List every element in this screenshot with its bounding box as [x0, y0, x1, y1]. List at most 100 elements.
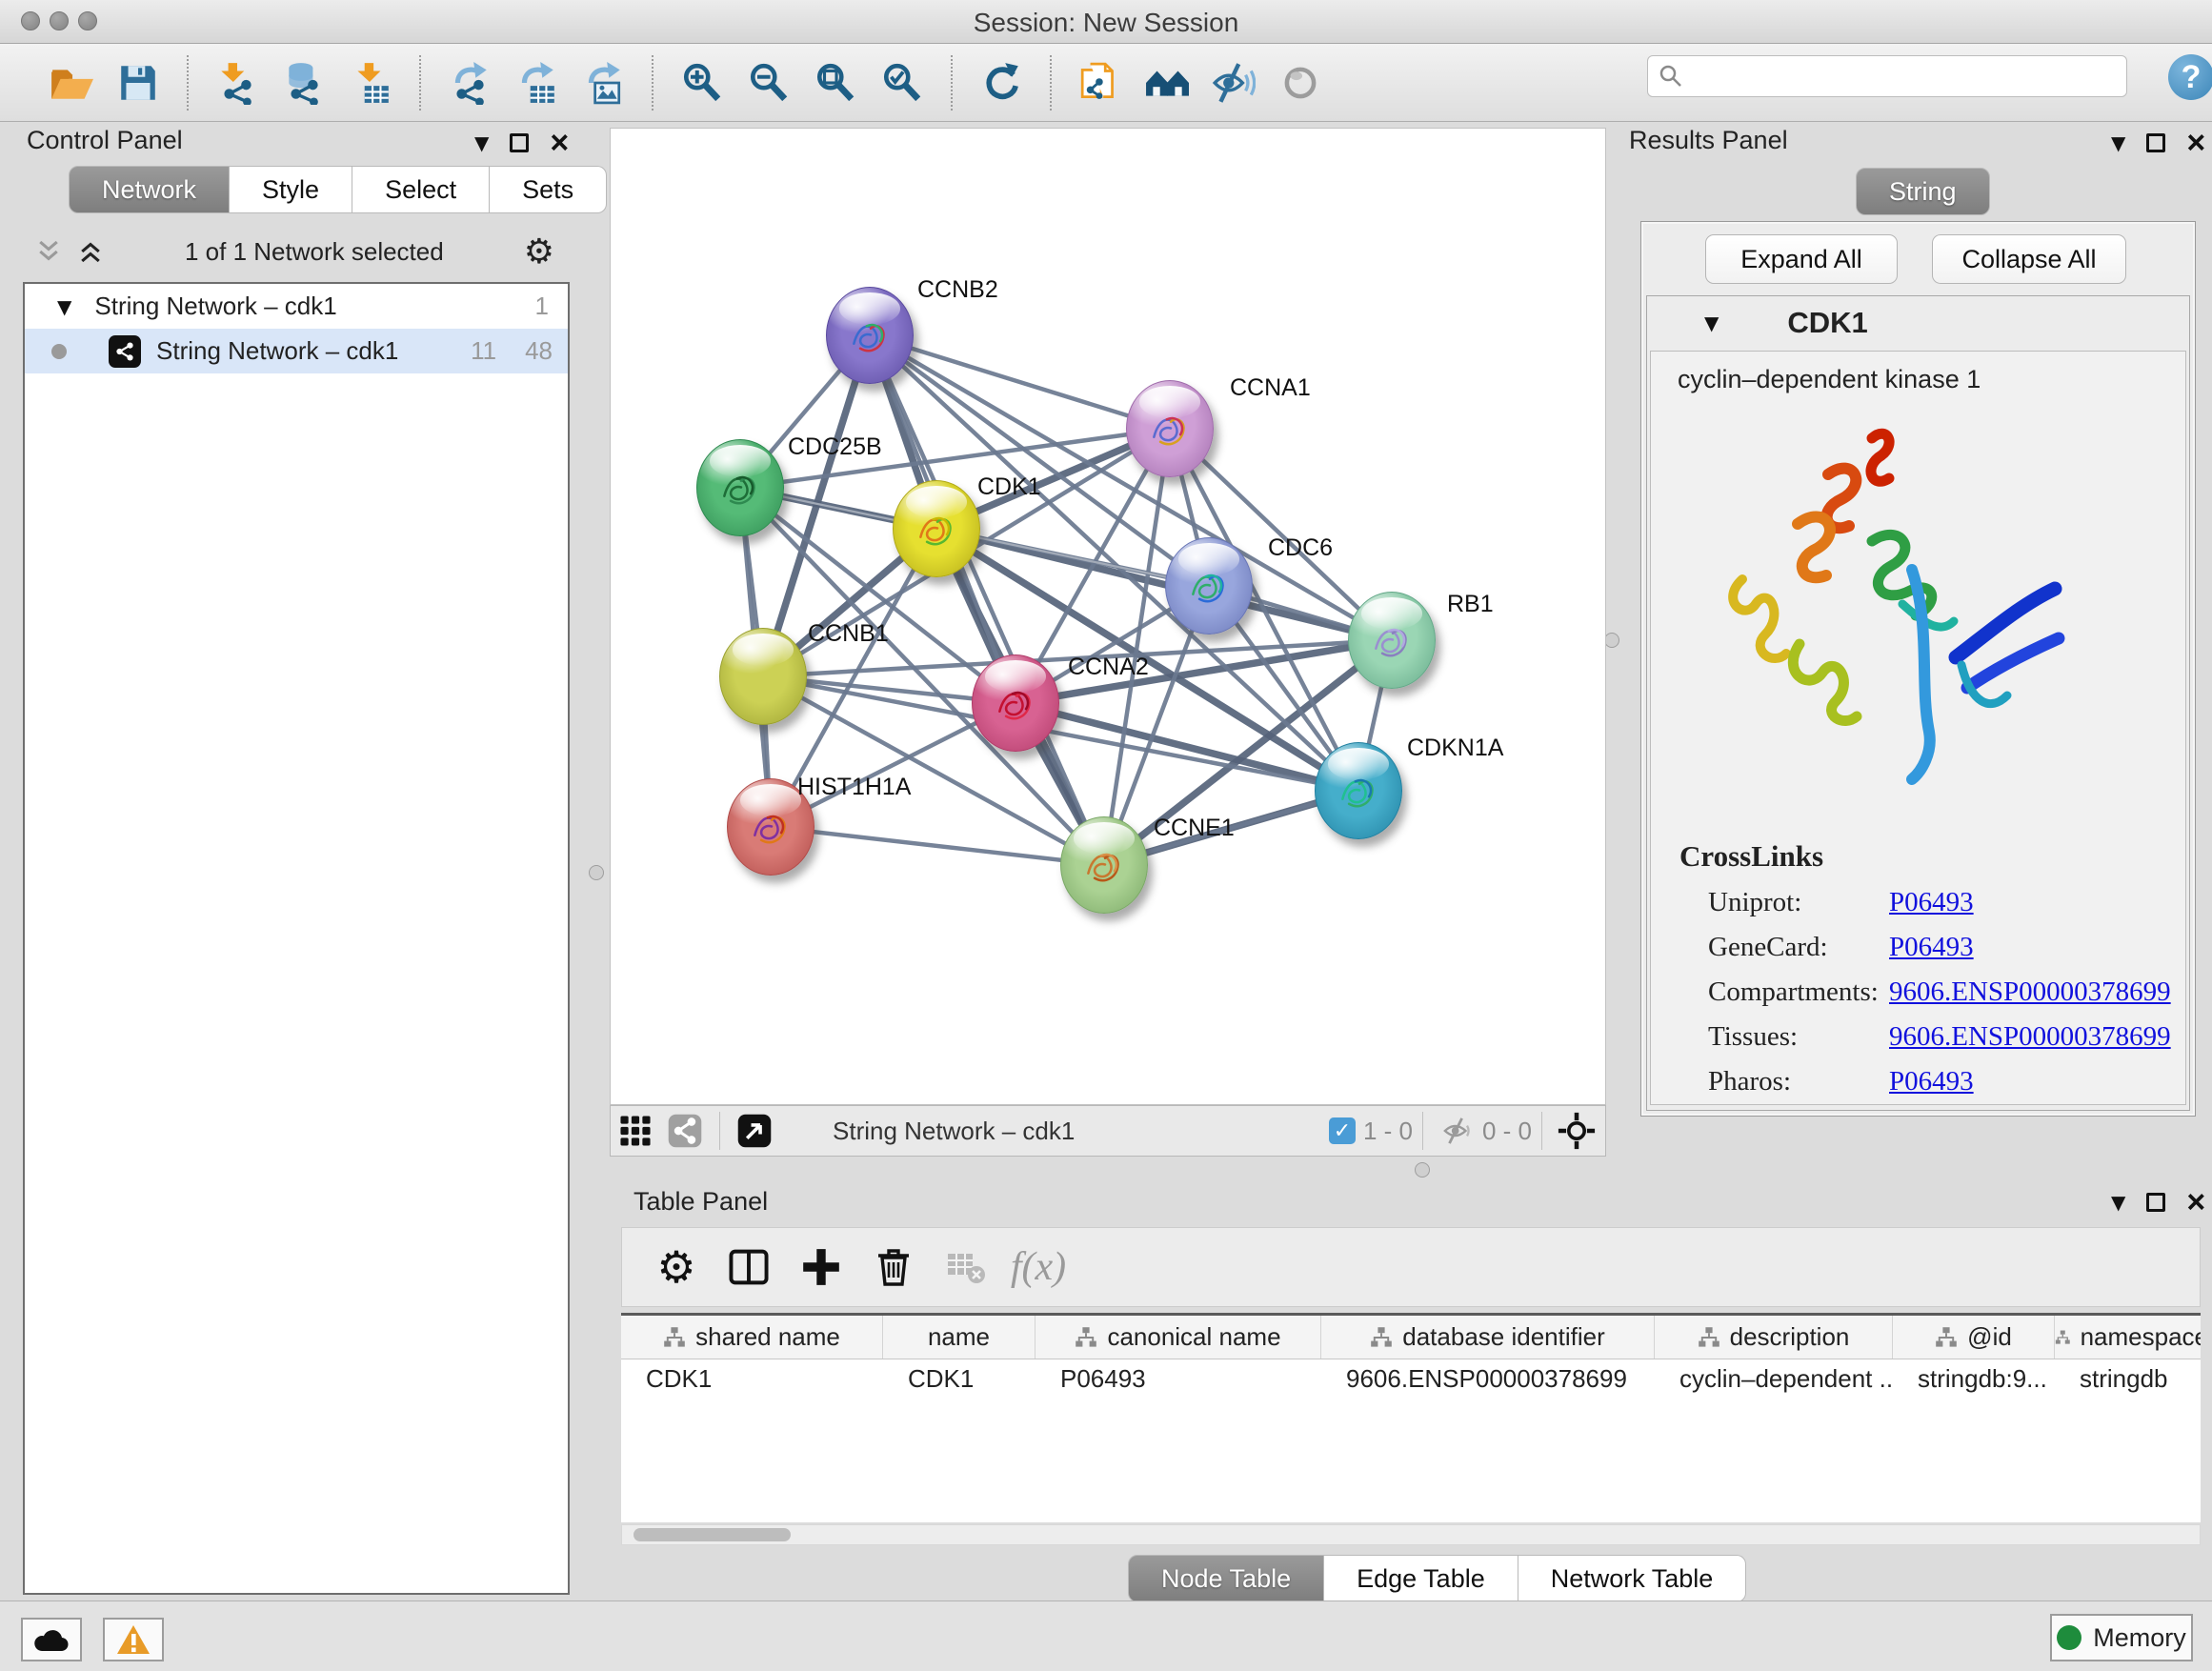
- tab-edge-table[interactable]: Edge Table: [1324, 1555, 1518, 1602]
- string-home-button[interactable]: [1140, 56, 1194, 110]
- grid-view-icon[interactable]: [616, 1112, 654, 1150]
- tab-string[interactable]: String: [1856, 168, 1990, 215]
- crosslink-value-link[interactable]: 9606.ENSP00000378699: [1889, 1021, 2171, 1053]
- add-column-icon[interactable]: [794, 1239, 849, 1295]
- tab-sets[interactable]: Sets: [490, 166, 607, 213]
- expand-all-icon[interactable]: [76, 237, 105, 266]
- crosslink-value-link[interactable]: P06493: [1889, 932, 1974, 963]
- clone-network-button[interactable]: [1074, 56, 1127, 110]
- column-header-shared-name[interactable]: shared name: [621, 1316, 883, 1359]
- refresh-button[interactable]: [975, 56, 1028, 110]
- export-image-button[interactable]: [576, 56, 630, 110]
- expand-all-button[interactable]: Expand All: [1705, 234, 1898, 284]
- memory-button[interactable]: Memory: [2050, 1614, 2193, 1661]
- node-CDK1[interactable]: [893, 480, 980, 577]
- export-network-button[interactable]: [443, 56, 496, 110]
- table-options-gear-icon[interactable]: ⚙: [649, 1239, 704, 1295]
- network-canvas[interactable]: CCNB2CCNA1CDC25BCDK1CDC6RB1CCNB1CCNA2CDK…: [610, 128, 1606, 1105]
- delete-column-icon[interactable]: [866, 1239, 921, 1295]
- node-CCNB1[interactable]: [719, 628, 807, 725]
- zoom-selected-button[interactable]: [875, 56, 929, 110]
- node-RB1[interactable]: [1348, 592, 1436, 689]
- network-share-icon[interactable]: [666, 1112, 704, 1150]
- tab-node-table[interactable]: Node Table: [1128, 1555, 1324, 1602]
- column-header-database-identifier[interactable]: database identifier: [1321, 1316, 1655, 1359]
- results-panel-float-icon[interactable]: [2146, 133, 2165, 152]
- control-panel-close-icon[interactable]: ×: [550, 133, 569, 152]
- tab-select[interactable]: Select: [352, 166, 490, 213]
- selected-checkbox-icon[interactable]: ✓: [1329, 1117, 1356, 1144]
- shared-column-icon: [1075, 1326, 1097, 1349]
- zoom-out-button[interactable]: [742, 56, 795, 110]
- crosslink-value-link[interactable]: 9606.ENSP00000378699: [1889, 976, 2171, 1008]
- delete-table-icon[interactable]: [938, 1239, 994, 1295]
- network-options-gear-icon[interactable]: ⚙: [524, 232, 554, 272]
- node-table: shared namenamecanonical namedatabase id…: [621, 1313, 2201, 1522]
- column-header-description[interactable]: description: [1655, 1316, 1893, 1359]
- tab-style[interactable]: Style: [230, 166, 352, 213]
- collection-expand-icon[interactable]: ▼: [57, 295, 71, 318]
- node-CCNB2[interactable]: [826, 287, 914, 384]
- protein-structure-image: [1685, 417, 2095, 817]
- node-label-CDK1: CDK1: [977, 473, 1041, 501]
- crosslink-value-link[interactable]: P06493: [1889, 887, 1974, 918]
- table-hscrollbar[interactable]: [621, 1524, 2201, 1545]
- search-input[interactable]: [1684, 63, 2103, 90]
- column-header-canonical-name[interactable]: canonical name: [1036, 1316, 1321, 1359]
- warning-button[interactable]: [103, 1618, 164, 1661]
- horizontal-splitter-handle[interactable]: [1415, 1162, 1430, 1178]
- zoom-in-button[interactable]: [675, 56, 729, 110]
- table-panel-menu-icon[interactable]: ▼: [2111, 1191, 2125, 1214]
- protein-thumbnail-CCNA2: [976, 665, 1056, 745]
- collapse-all-icon[interactable]: [34, 237, 63, 266]
- node-CCNA2[interactable]: [972, 654, 1059, 752]
- results-panel-menu-icon[interactable]: ▼: [2111, 131, 2125, 154]
- import-network-button[interactable]: [211, 56, 264, 110]
- column-header--id[interactable]: @id: [1893, 1316, 2055, 1359]
- fit-content-crosshair-icon[interactable]: [1558, 1112, 1596, 1150]
- table-panel-close-icon[interactable]: ×: [2186, 1193, 2205, 1212]
- save-button[interactable]: [111, 56, 165, 110]
- network-collection-row[interactable]: ▼ String Network – cdk1 1: [25, 284, 568, 329]
- node-CCNA1[interactable]: [1126, 380, 1214, 477]
- node-CDKN1A[interactable]: [1315, 742, 1402, 839]
- control-panel-menu-icon[interactable]: ▼: [474, 131, 489, 154]
- collapse-all-button[interactable]: Collapse All: [1932, 234, 2126, 284]
- search-field[interactable]: [1647, 55, 2127, 97]
- table-panel-float-icon[interactable]: [2146, 1193, 2165, 1212]
- crosslink-value-link[interactable]: P06493: [1889, 1066, 1974, 1097]
- toolbar-separator: [652, 55, 654, 111]
- left-splitter-handle[interactable]: [589, 865, 604, 880]
- table-hscroll-thumb[interactable]: [633, 1528, 791, 1541]
- import-database-button[interactable]: [277, 56, 331, 110]
- tab-network[interactable]: Network: [69, 166, 230, 213]
- node-label-CDC6: CDC6: [1268, 534, 1333, 562]
- function-builder-icon[interactable]: f(x): [1011, 1239, 1066, 1295]
- cloud-button[interactable]: [21, 1618, 82, 1661]
- node-CCNE1[interactable]: [1060, 816, 1148, 914]
- results-panel-close-icon[interactable]: ×: [2186, 133, 2205, 152]
- protein-thumbnail-CDKN1A: [1319, 753, 1399, 833]
- crosslink-label: Compartments:: [1708, 976, 1889, 1008]
- column-header-name[interactable]: name: [883, 1316, 1036, 1359]
- table-row[interactable]: CDK1CDK1P064939606.ENSP00000378699cyclin…: [621, 1359, 2201, 1398]
- gray-sphere-button[interactable]: [1274, 56, 1327, 110]
- birds-eye-view-icon[interactable]: [735, 1112, 774, 1150]
- help-button[interactable]: ?: [2168, 54, 2212, 100]
- gene-collapse-icon[interactable]: ▼: [1704, 312, 1719, 334]
- node-CDC25B[interactable]: [696, 439, 784, 536]
- export-table-button[interactable]: [510, 56, 563, 110]
- tab-network-table[interactable]: Network Table: [1518, 1555, 1747, 1602]
- network-row-selected[interactable]: String Network – cdk1 11 48: [25, 329, 568, 373]
- right-splitter-handle[interactable]: [1604, 633, 1619, 648]
- import-table-button[interactable]: [344, 56, 397, 110]
- zoom-fit-button[interactable]: [809, 56, 862, 110]
- show-columns-icon[interactable]: [721, 1239, 776, 1295]
- hidden-eye-icon[interactable]: [1438, 1112, 1477, 1150]
- hide-glass-button[interactable]: [1207, 56, 1260, 110]
- control-panel-float-icon[interactable]: [510, 133, 529, 152]
- column-header-namespace[interactable]: namespace: [2055, 1316, 2201, 1359]
- open-folder-button[interactable]: [45, 56, 98, 110]
- node-CDC6[interactable]: [1165, 537, 1253, 634]
- shared-column-icon: [663, 1326, 686, 1349]
